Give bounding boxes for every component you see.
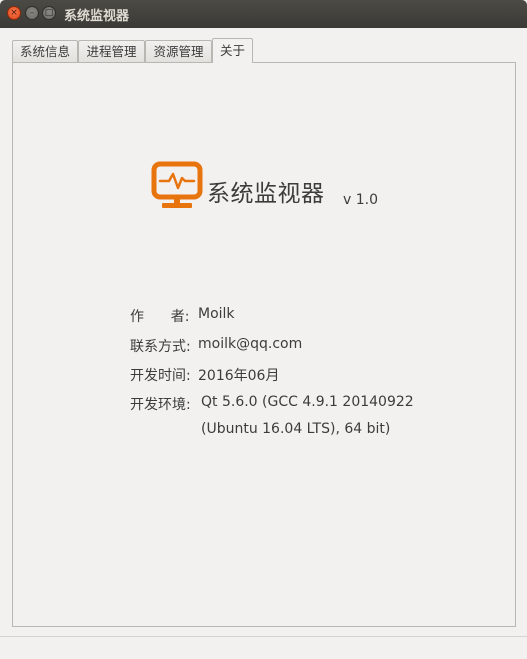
dev-env-label: 开发环境: bbox=[130, 397, 191, 413]
about-panel: 系统监视器 v 1.0 作 者: Moilk 联系方式: moilk@qq.co… bbox=[12, 62, 516, 627]
author-value: Moilk bbox=[198, 306, 235, 322]
status-bar bbox=[0, 636, 527, 659]
app-name: 系统监视器 bbox=[207, 181, 325, 207]
contact-value: moilk@qq.com bbox=[198, 336, 303, 352]
author-label: 作 者: bbox=[130, 309, 190, 325]
minimize-button[interactable]: – bbox=[25, 6, 39, 20]
tab-process-manager[interactable]: 进程管理 bbox=[78, 40, 145, 62]
dev-date-value: 2016年06月 bbox=[198, 368, 280, 384]
tab-system-info[interactable]: 系统信息 bbox=[12, 40, 78, 62]
monitor-pulse-icon bbox=[151, 161, 203, 208]
title-bar: × – □ 系统监视器 bbox=[0, 0, 527, 28]
tab-resource-manager[interactable]: 资源管理 bbox=[145, 40, 212, 62]
dev-date-label: 开发时间: bbox=[130, 368, 191, 384]
close-button[interactable]: × bbox=[7, 6, 21, 20]
tab-about[interactable]: 关于 bbox=[212, 38, 253, 63]
contact-label: 联系方式: bbox=[130, 339, 191, 355]
app-version: v 1.0 bbox=[343, 192, 378, 208]
dev-env-value-continuation: (Ubuntu 16.04 LTS), 64 bit) bbox=[201, 421, 391, 437]
window-title: 系统监视器 bbox=[64, 9, 130, 24]
dev-env-value: Qt 5.6.0 (GCC 4.9.1 20140922 bbox=[201, 394, 414, 410]
maximize-button[interactable]: □ bbox=[42, 6, 56, 20]
